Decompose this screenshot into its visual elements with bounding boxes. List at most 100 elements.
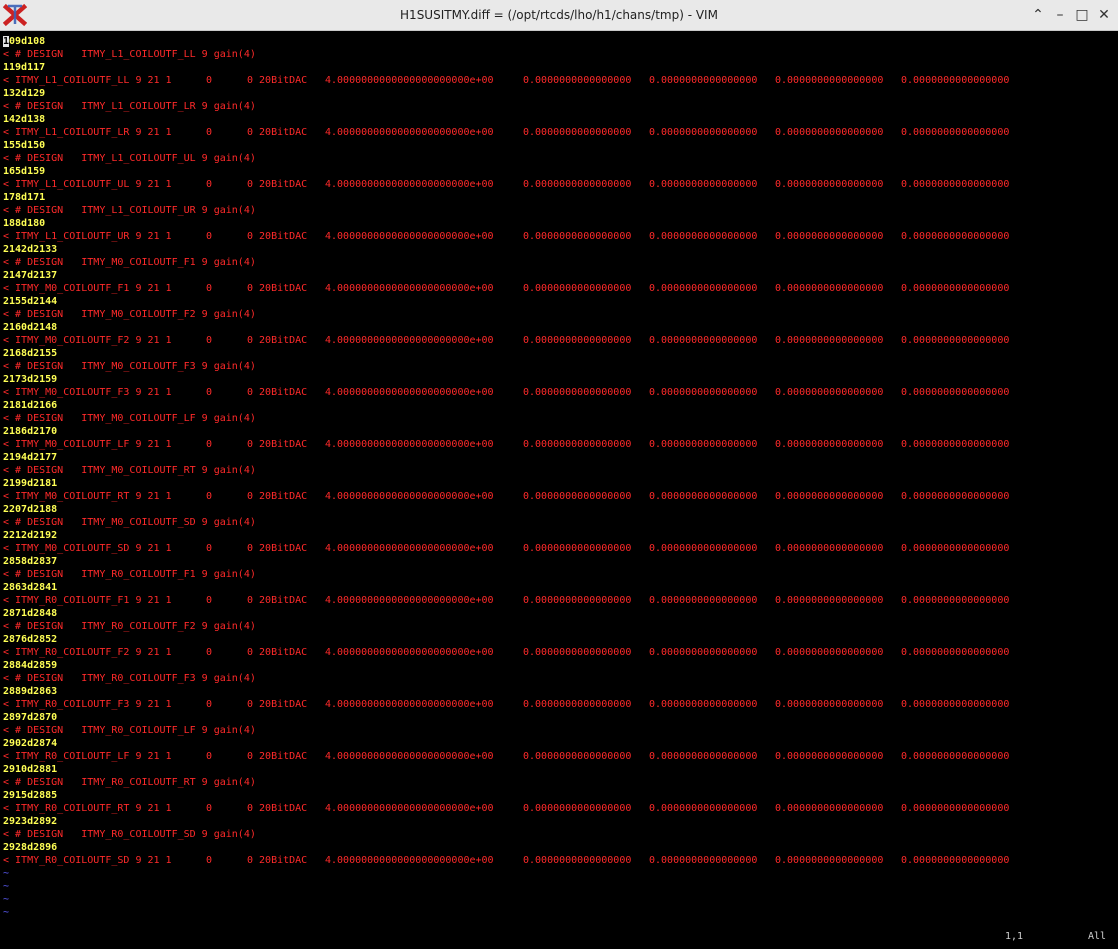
field-c4: 0.0000000000000000	[523, 387, 632, 398]
diff-hunk-header: 2168d2155	[3, 348, 58, 359]
field-c1: 0	[206, 439, 213, 450]
field-c2: 0 20BitDAC	[247, 335, 308, 346]
field-c5: 0.0000000000000000	[649, 855, 758, 866]
diff-removed-line: < ITMY_R0_COILOUTF_LF 9 21 1 0 0 20BitDAC 4…	[3, 750, 1009, 763]
maximize-button[interactable]: □	[1073, 6, 1091, 24]
close-button[interactable]: ✕	[1095, 6, 1113, 24]
line-head: < # DESIGN ITMY_M0_COILOUTF_F3 9 gain(4)	[3, 361, 256, 372]
field-c2: 0 20BitDAC	[247, 855, 308, 866]
line-head: < ITMY_M0_COILOUTF_F2 9 21 1	[3, 335, 172, 346]
line-head: < ITMY_R0_COILOUTF_LF 9 21 1	[3, 751, 172, 762]
diff-removed-line: < ITMY_M0_COILOUTF_F3 9 21 1 0 0 20BitDAC 4…	[3, 386, 1009, 399]
diff-removed-line: < # DESIGN ITMY_R0_COILOUTF_SD 9 gain(4)	[3, 828, 256, 841]
line-head: < ITMY_R0_COILOUTF_F3 9 21 1	[3, 699, 172, 710]
diff-hunk-header: 2147d2137	[3, 270, 58, 281]
diff-hunk-text: 09d108	[9, 36, 46, 47]
editor-buffer[interactable]: 109d108 < # DESIGN ITMY_L1_COILOUTF_LL 9 …	[0, 32, 1118, 927]
field-c2: 0 20BitDAC	[247, 491, 308, 502]
diff-hunk-header: 2207d2188	[3, 504, 58, 515]
field-c3: 4.0000000000000000000000e+00	[325, 387, 494, 398]
diff-hunk-header: 2871d2848	[3, 608, 58, 619]
diff-hunk-header: 132d129	[3, 88, 46, 99]
field-c2: 0 20BitDAC	[247, 439, 308, 450]
diff-hunk-header: 2902d2874	[3, 738, 58, 749]
field-c3: 4.0000000000000000000000e+00	[325, 75, 494, 86]
field-c2: 0 20BitDAC	[247, 231, 308, 242]
field-c2: 0 20BitDAC	[247, 699, 308, 710]
line-head: < # DESIGN ITMY_M0_COILOUTF_F1 9 gain(4)	[3, 257, 256, 268]
line-head: < # DESIGN ITMY_M0_COILOUTF_RT 9 gain(4)	[3, 465, 256, 476]
field-c3: 4.0000000000000000000000e+00	[325, 283, 494, 294]
field-c4: 0.0000000000000000	[523, 803, 632, 814]
field-c4: 0.0000000000000000	[523, 283, 632, 294]
diff-removed-line: < ITMY_R0_COILOUTF_F1 9 21 1 0 0 20BitDAC 4…	[3, 594, 1009, 607]
field-c1: 0	[206, 647, 213, 658]
field-c3: 4.0000000000000000000000e+00	[325, 647, 494, 658]
line-head: < # DESIGN ITMY_M0_COILOUTF_SD 9 gain(4)	[3, 517, 256, 528]
diff-removed-line: < ITMY_M0_COILOUTF_RT 9 21 1 0 0 20BitDAC 4…	[3, 490, 1009, 503]
field-c5: 0.0000000000000000	[649, 75, 758, 86]
field-c5: 0.0000000000000000	[649, 699, 758, 710]
diff-hunk-header: 2897d2870	[3, 712, 58, 723]
line-head: < # DESIGN ITMY_R0_COILOUTF_RT 9 gain(4)	[3, 777, 256, 788]
diff-removed-line: < # DESIGN ITMY_M0_COILOUTF_SD 9 gain(4)	[3, 516, 256, 529]
field-c5: 0.0000000000000000	[649, 595, 758, 606]
field-c7: 0.0000000000000000	[901, 75, 1010, 86]
diff-removed-line: < ITMY_L1_COILOUTF_UR 9 21 1 0 0 20BitDAC 4…	[3, 230, 1009, 243]
diff-hunk-header: 188d180	[3, 218, 46, 229]
field-c1: 0	[206, 855, 213, 866]
diff-removed-line: < # DESIGN ITMY_R0_COILOUTF_F2 9 gain(4)	[3, 620, 256, 633]
line-head: < # DESIGN ITMY_L1_COILOUTF_UR 9 gain(4)	[3, 205, 256, 216]
field-c1: 0	[206, 127, 213, 138]
field-c5: 0.0000000000000000	[649, 647, 758, 658]
field-c7: 0.0000000000000000	[901, 387, 1010, 398]
line-head: < ITMY_M0_COILOUTF_F3 9 21 1	[3, 387, 172, 398]
diff-removed-line: < # DESIGN ITMY_M0_COILOUTF_LF 9 gain(4)	[3, 412, 256, 425]
xvim-app-icon[interactable]	[3, 3, 27, 27]
title-bar[interactable]: H1SUSITMY.diff = (/opt/rtcds/lho/h1/chan…	[0, 0, 1118, 31]
field-c3: 4.0000000000000000000000e+00	[325, 231, 494, 242]
field-c7: 0.0000000000000000	[901, 803, 1010, 814]
field-c7: 0.0000000000000000	[901, 491, 1010, 502]
field-c3: 4.0000000000000000000000e+00	[325, 855, 494, 866]
field-c5: 0.0000000000000000	[649, 231, 758, 242]
field-c6: 0.0000000000000000	[775, 647, 884, 658]
line-head: < ITMY_R0_COILOUTF_RT 9 21 1	[3, 803, 172, 814]
field-c2: 0 20BitDAC	[247, 647, 308, 658]
field-c6: 0.0000000000000000	[775, 75, 884, 86]
field-c6: 0.0000000000000000	[775, 595, 884, 606]
diff-removed-line: < # DESIGN ITMY_L1_COILOUTF_UR 9 gain(4)	[3, 204, 256, 217]
field-c7: 0.0000000000000000	[901, 543, 1010, 554]
field-c6: 0.0000000000000000	[775, 127, 884, 138]
diff-hunk-header: 2199d2181	[3, 478, 58, 489]
pin-button[interactable]: ⌃	[1029, 6, 1047, 24]
window-title: H1SUSITMY.diff = (/opt/rtcds/lho/h1/chan…	[400, 8, 718, 22]
field-c5: 0.0000000000000000	[649, 387, 758, 398]
field-c7: 0.0000000000000000	[901, 179, 1010, 190]
field-c4: 0.0000000000000000	[523, 751, 632, 762]
minimize-button[interactable]: –	[1051, 6, 1069, 24]
field-c1: 0	[206, 387, 213, 398]
field-c6: 0.0000000000000000	[775, 231, 884, 242]
diff-hunk-header: 2928d2896	[3, 842, 58, 853]
field-c3: 4.0000000000000000000000e+00	[325, 179, 494, 190]
line-head: < ITMY_L1_COILOUTF_UR 9 21 1	[3, 231, 172, 242]
field-c4: 0.0000000000000000	[523, 179, 632, 190]
line-head: < ITMY_L1_COILOUTF_UL 9 21 1	[3, 179, 172, 190]
diff-removed-line: < ITMY_L1_COILOUTF_LL 9 21 1 0 0 20BitDAC 4…	[3, 74, 1009, 87]
field-c3: 4.0000000000000000000000e+00	[325, 491, 494, 502]
field-c1: 0	[206, 803, 213, 814]
diff-hunk-header: 109d108	[3, 35, 45, 48]
field-c5: 0.0000000000000000	[649, 751, 758, 762]
diff-removed-line: < ITMY_M0_COILOUTF_F1 9 21 1 0 0 20BitDAC 4…	[3, 282, 1009, 295]
diff-hunk-header: 178d171	[3, 192, 46, 203]
field-c3: 4.0000000000000000000000e+00	[325, 335, 494, 346]
diff-removed-line: < # DESIGN ITMY_L1_COILOUTF_UL 9 gain(4)	[3, 152, 256, 165]
line-head: < # DESIGN ITMY_R0_COILOUTF_LF 9 gain(4)	[3, 725, 256, 736]
line-head: < # DESIGN ITMY_R0_COILOUTF_F1 9 gain(4)	[3, 569, 256, 580]
field-c1: 0	[206, 543, 213, 554]
chevron-up-icon: ⌃	[1032, 7, 1044, 23]
line-head: < # DESIGN ITMY_M0_COILOUTF_F2 9 gain(4)	[3, 309, 256, 320]
diff-hunk-header: 2212d2192	[3, 530, 58, 541]
diff-hunk-header: 2863d2841	[3, 582, 58, 593]
